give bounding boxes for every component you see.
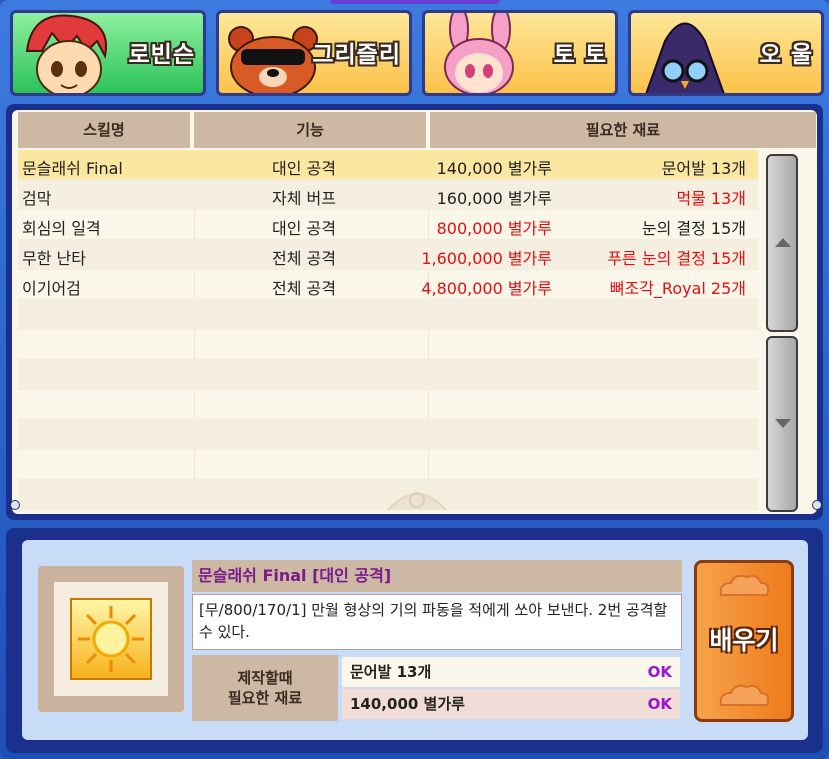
arrow-down-icon (775, 419, 791, 428)
skill-material: 푸른 눈의 결정 15개 (607, 249, 746, 268)
grizzly-portrait-icon (228, 26, 318, 93)
skill-name: 회심의 일격 (22, 219, 101, 238)
material-item: 문어발 13개 (350, 663, 432, 681)
skill-function: 대인 공격 (272, 219, 336, 238)
empty-row (18, 330, 758, 360)
empty-row (18, 390, 758, 420)
owl-portrait-icon (645, 22, 725, 93)
skill-name: 무한 난타 (22, 249, 86, 268)
table-row[interactable]: 무한 난타 전체 공격 1,600,000 별가루 푸른 눈의 결정 15개 (18, 240, 758, 270)
scroll-up-button[interactable] (766, 154, 798, 332)
skill-cost: 4,800,000 별가루 (421, 279, 552, 298)
learn-button-label: 배우기 (709, 626, 779, 655)
empty-row (18, 420, 758, 450)
arrow-up-icon (775, 238, 791, 247)
skill-name: 이기어검 (22, 279, 81, 298)
header-required-materials: 필요한 재료 (430, 112, 816, 148)
table-row[interactable]: 회심의 일격 대인 공격 800,000 별가루 눈의 결정 15개 (18, 210, 758, 240)
skill-detail-title: 문슬래쉬 Final [대인 공격] (192, 560, 682, 592)
skill-cost: 140,000 별가루 (436, 159, 552, 178)
skill-function: 전체 공격 (272, 279, 336, 298)
skill-cost: 800,000 별가루 (436, 219, 552, 238)
emblem-watermark-icon (387, 492, 447, 511)
material-row: 문어발 13개 OK (342, 657, 680, 687)
tab-label: 로빈슨 (128, 42, 195, 68)
required-materials-label: 제작할때 필요한 재료 (192, 655, 338, 721)
screw-icon (10, 500, 20, 510)
skill-material: 뼈조각_Royal 25개 (609, 279, 746, 298)
cloud-ornament-icon (719, 574, 770, 596)
skill-table: 문슬래쉬 Final 대인 공격 140,000 별가루 문어발 13개 검막 … (18, 150, 758, 510)
empty-row (18, 300, 758, 330)
skill-function: 자체 버프 (272, 189, 336, 208)
material-status: OK (647, 663, 672, 681)
screw-icon (812, 500, 822, 510)
toto-portrait-icon (444, 13, 514, 93)
tab-toto[interactable]: 토 토 (422, 10, 618, 96)
skill-name: 문슬래쉬 Final (22, 159, 123, 178)
scroll-down-button[interactable] (766, 336, 798, 512)
material-row: 140,000 별가루 OK (342, 689, 680, 719)
header-skill-name: 스킬명 (18, 112, 190, 148)
learn-button[interactable]: 배우기 (694, 560, 794, 722)
skill-material: 눈의 결정 15개 (641, 219, 746, 238)
tab-label: 토 토 (553, 42, 607, 68)
skill-material: 문어발 13개 (661, 159, 746, 178)
table-row[interactable]: 이기어검 전체 공격 4,800,000 별가루 뼈조각_Royal 25개 (18, 270, 758, 300)
tab-label: 그리즐리 (312, 42, 401, 68)
tab-robinson[interactable]: 로빈슨 (10, 10, 206, 96)
required-materials-label-line1: 제작할때 (237, 669, 293, 687)
skill-cost: 1,600,000 별가루 (421, 249, 552, 268)
sun-icon (70, 598, 152, 680)
table-row[interactable]: 문슬래쉬 Final 대인 공격 140,000 별가루 문어발 13개 (18, 150, 758, 180)
material-status: OK (647, 695, 672, 713)
sun-burst-icon (78, 606, 144, 672)
empty-row (18, 450, 758, 480)
tab-owl[interactable]: 오 울 (628, 10, 824, 96)
skill-function: 전체 공격 (272, 249, 336, 268)
required-materials-label-line2: 필요한 재료 (227, 689, 303, 707)
skill-material: 먹물 13개 (676, 189, 746, 208)
top-nub (330, 0, 500, 4)
cloud-ornament-icon (719, 684, 770, 706)
material-item: 140,000 별가루 (350, 695, 465, 713)
header-function: 기능 (194, 112, 426, 148)
tab-grizzly[interactable]: 그리즐리 (216, 10, 412, 96)
skill-name: 검막 (22, 189, 52, 208)
skill-detail-description: [무/800/170/1] 만월 형상의 기의 파동을 적에게 쏘아 보낸다. … (192, 594, 682, 650)
robinson-portrait-icon (25, 14, 107, 93)
table-row[interactable]: 검막 자체 버프 160,000 별가루 먹물 13개 (18, 180, 758, 210)
tab-label: 오 울 (759, 42, 813, 68)
skill-cost: 160,000 별가루 (436, 189, 552, 208)
skill-function: 대인 공격 (272, 159, 336, 178)
empty-row (18, 360, 758, 390)
